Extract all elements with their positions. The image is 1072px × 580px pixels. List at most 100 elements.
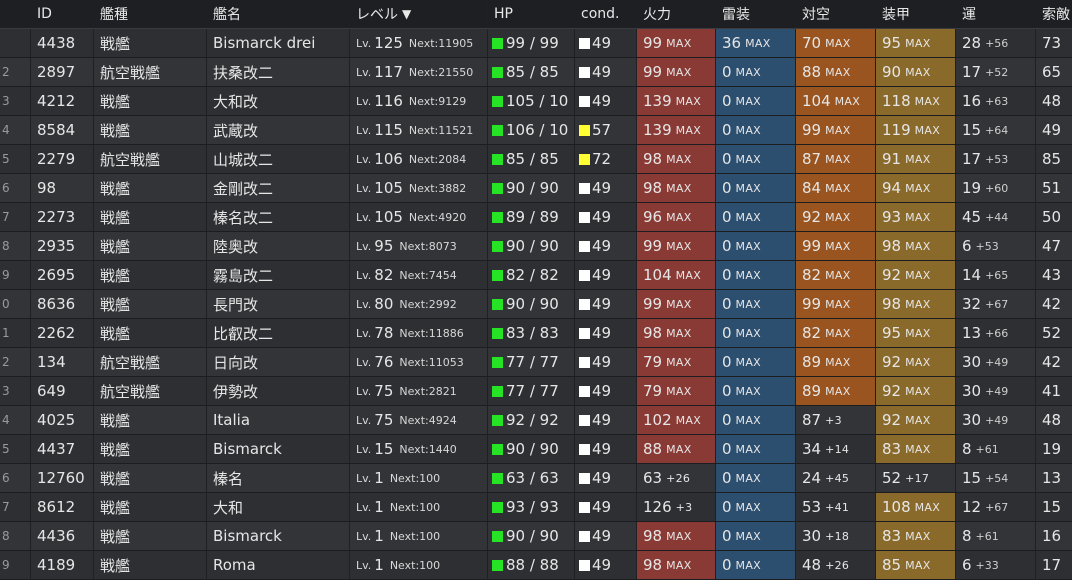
level-prefix: Lv. — [356, 210, 372, 224]
stat-luck: 17 +52 — [956, 58, 1036, 86]
torpedo-remaining: MAX — [735, 355, 761, 369]
torpedo-value: 0 — [722, 382, 732, 400]
table-row[interactable]: 7 2273 戦艦 榛名改二 Lv. 105 Next:4920 89 / 89 49 96 MAX… — [0, 203, 1072, 232]
antiair-remaining: MAX — [825, 239, 851, 253]
armor-remaining: MAX — [905, 268, 931, 282]
level-value: 82 — [374, 266, 394, 284]
firepower-remaining: MAX — [666, 442, 692, 456]
row-index: 3 — [0, 87, 31, 115]
ship-cond: 49 — [575, 348, 637, 376]
ship-id: 98 — [31, 174, 94, 202]
table-row[interactable]: 2 2897 航空戦艦 扶桑改二 Lv. 117 Next:21550 85 / 85 49 99… — [0, 58, 1072, 87]
torpedo-value: 0 — [722, 63, 732, 81]
table-row[interactable]: 3 649 航空戦艦 伊勢改 Lv. 75 Next:2821 77 / 77 49 79 MAX 0… — [0, 377, 1072, 406]
stat-torpedo: 0 MAX — [716, 551, 796, 579]
stat-los: 65 — [1042, 63, 1062, 81]
ship-type: 戦艦 — [94, 493, 207, 521]
table-row[interactable]: 7 8612 戦艦 大和 Lv. 1 Next:100 93 / 93 49 126 +3 0 MAX 5… — [0, 493, 1072, 522]
table-row[interactable]: 9 4189 戦艦 Roma Lv. 1 Next:100 88 / 88 49 98 MAX 0 MA… — [0, 551, 1072, 580]
antiair-value: 48 — [802, 556, 822, 574]
table-row[interactable]: 5 2279 航空戦艦 山城改二 Lv. 106 Next:2084 85 / 85 72 98 M… — [0, 145, 1072, 174]
header-hp[interactable]: HP — [488, 0, 575, 28]
table-row[interactable]: 1 2262 戦艦 比叡改二 Lv. 78 Next:11886 83 / 83 49 98 MAX… — [0, 319, 1072, 348]
armor-remaining: +17 — [905, 471, 930, 485]
armor-value: 90 — [882, 63, 902, 81]
ship-level: Lv. 125 Next:11905 — [350, 29, 488, 57]
header-id[interactable]: ID — [31, 0, 94, 28]
stat-torpedo: 0 MAX — [716, 174, 796, 202]
torpedo-remaining: MAX — [735, 558, 761, 572]
level-prefix: Lv. — [356, 529, 372, 543]
table-row[interactable]: 2 134 航空戦艦 日向改 Lv. 76 Next:11053 77 / 77 49 79 MAX… — [0, 348, 1072, 377]
armor-value: 92 — [882, 353, 902, 371]
table-row[interactable]: 9 2695 戦艦 霧島改二 Lv. 82 Next:7454 82 / 82 49 104 MAX… — [0, 261, 1072, 290]
armor-value: 92 — [882, 382, 902, 400]
stat-firepower: 99 MAX — [637, 58, 716, 86]
ship-table: ID 艦種 艦名 レベル ▼ HP cond. 火力 雷装 対空 装甲 運 索敵… — [0, 0, 1072, 580]
hp-status-icon — [492, 298, 503, 310]
stat-firepower: 102 MAX — [637, 406, 716, 434]
table-row[interactable]: 3 4212 戦艦 大和改 Lv. 116 Next:9129 105 / 10 49 139 MA… — [0, 87, 1072, 116]
header-level[interactable]: レベル ▼ — [350, 0, 488, 28]
table-row[interactable]: 0 8636 戦艦 長門改 Lv. 80 Next:2992 90 / 90 49 99 MAX 0 M… — [0, 290, 1072, 319]
header-firepower[interactable]: 火力 — [637, 0, 716, 28]
armor-value: 95 — [882, 34, 902, 52]
stat-firepower: 139 MAX — [637, 87, 716, 115]
armor-value: 118 — [882, 92, 911, 110]
header-level-label: レベル — [356, 7, 398, 23]
hp-value: 90 / 90 — [506, 527, 559, 545]
armor-value: 83 — [882, 527, 902, 545]
table-row[interactable]: 8 4436 戦艦 Bismarck Lv. 1 Next:100 90 / 90 49 98 MA… — [0, 522, 1072, 551]
antiair-remaining: MAX — [825, 210, 851, 224]
ship-level: Lv. 75 Next:4924 — [350, 406, 488, 434]
level-value: 15 — [374, 440, 394, 458]
antiair-value: 53 — [802, 498, 822, 516]
hp-value: 92 / 92 — [506, 411, 559, 429]
stat-torpedo: 0 MAX — [716, 290, 796, 318]
ship-hp: 99 / 99 — [488, 29, 575, 57]
table-row[interactable]: 4 8584 戦艦 武蔵改 Lv. 115 Next:11521 106 / 10 57 139 M… — [0, 116, 1072, 145]
header-cond[interactable]: cond. — [575, 0, 637, 28]
header-type[interactable]: 艦種 — [94, 0, 207, 28]
next-exp: Next:100 — [389, 558, 441, 572]
ship-cond: 57 — [575, 116, 637, 144]
luck-value: 30 — [962, 353, 982, 371]
antiair-value: 88 — [802, 63, 822, 81]
table-row[interactable]: 8 2935 戦艦 陸奥改 Lv. 95 Next:8073 90 / 90 49 99 MAX 0 M… — [0, 232, 1072, 261]
table-row[interactable]: 4438 戦艦 Bismarck drei Lv. 125 Next:11905 99 / … — [0, 29, 1072, 58]
header-los[interactable]: 索敵 — [1036, 0, 1070, 28]
header-torpedo[interactable]: 雷装 — [716, 0, 796, 28]
antiair-remaining: MAX — [825, 297, 851, 311]
ship-name: 榛名改二 — [207, 203, 350, 231]
table-row[interactable]: 5 4437 戦艦 Bismarck Lv. 15 Next:1440 90 / 90 49 88… — [0, 435, 1072, 464]
hp-status-icon — [492, 211, 503, 223]
next-exp: Next:100 — [389, 529, 441, 543]
header-armor[interactable]: 装甲 — [876, 0, 956, 28]
table-row[interactable]: 6 12760 戦艦 榛名 Lv. 1 Next:100 63 / 63 49 63 +26 0 MAX… — [0, 464, 1072, 493]
torpedo-remaining: MAX — [735, 384, 761, 398]
stat-antiair: 89 MAX — [796, 377, 876, 405]
table-row[interactable]: 4 4025 戦艦 Italia Lv. 75 Next:4924 92 / 92 49 102 M… — [0, 406, 1072, 435]
cond-status-icon — [579, 530, 590, 542]
ship-name: 比叡改二 — [207, 319, 350, 347]
luck-value: 19 — [962, 179, 982, 197]
stat-firepower: 126 +3 — [637, 493, 716, 521]
hp-status-icon — [492, 37, 503, 49]
cond-value: 49 — [592, 324, 612, 342]
firepower-remaining: MAX — [666, 355, 692, 369]
header-luck[interactable]: 運 — [956, 0, 1036, 28]
firepower-value: 98 — [643, 324, 663, 342]
header-name[interactable]: 艦名 — [207, 0, 350, 28]
luck-remaining: +66 — [985, 326, 1009, 340]
next-exp: Next:21550 — [408, 65, 474, 79]
table-row[interactable]: 6 98 戦艦 金剛改二 Lv. 105 Next:3882 90 / 90 49 98 MAX 0 M… — [0, 174, 1072, 203]
header-antiair[interactable]: 対空 — [796, 0, 876, 28]
firepower-remaining: MAX — [666, 152, 692, 166]
ship-name: 山城改二 — [207, 145, 350, 173]
ship-id: 4437 — [31, 435, 94, 463]
stat-antiair: 99 MAX — [796, 232, 876, 260]
row-index: 7 — [0, 203, 31, 231]
ship-id: 649 — [31, 377, 94, 405]
antiair-value: 99 — [802, 295, 822, 313]
torpedo-value: 0 — [722, 527, 732, 545]
